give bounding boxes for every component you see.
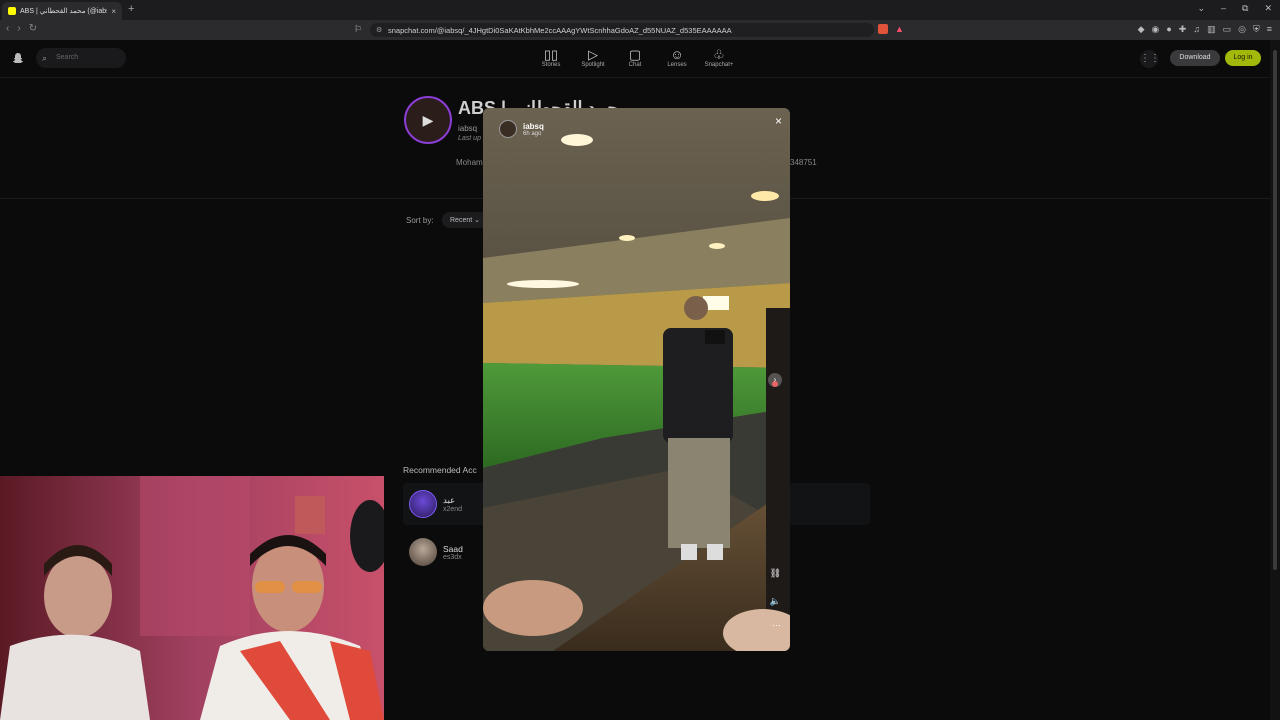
extension-icon[interactable]: ◉ [1151,24,1159,35]
profile-avatar[interactable]: ▶ [404,96,452,144]
account-handle: es3dx [443,553,462,561]
site-info-icon[interactable]: ⚙ [376,26,382,34]
nav-item-snapchat-plus[interactable]: ♧ Snapchat+ [704,47,734,68]
login-button[interactable]: Log in [1225,50,1261,66]
story-username[interactable]: iabsq [523,122,544,131]
media-icon[interactable]: ♫ [1193,24,1200,35]
bookmark-icon[interactable]: ⚐ [354,24,362,35]
maximize-button[interactable]: ⧉ [1242,3,1248,14]
address-bar[interactable]: ⚙ snapchat.com/@iabsq/_4JHgtDi0SaKAtKbhM… [370,23,874,37]
search-icon: ⌕ [42,53,48,63]
apps-grid-icon[interactable]: ⋮⋮ [1140,50,1160,68]
profile-handle: iabsq [458,124,478,133]
window-controls: ⌄ – ⧉ ✕ [1197,3,1272,14]
tab-title: ABS | محمد القحطاني (@iabsq) [20,8,107,15]
nav-label: Lenses [667,62,687,68]
account-handle: x2end [443,506,463,513]
profile-updated: Last up [458,135,481,142]
main-nav: ▯▯ Stories ▷ Spotlight ▢ Chat ☺ Lenses ♧… [538,47,734,68]
next-story-icon[interactable]: › [768,373,782,387]
webcam-image [0,476,384,720]
avatar [409,490,437,518]
extensions-bar: ◆ ◉ ● ✚ ♫ ▥ ▭ ◎ ⛨ ≡ [1138,24,1272,35]
sidebar-icon[interactable]: ▥ [1207,24,1216,35]
profile-bio: Moham [456,158,483,167]
nav-item-spotlight[interactable]: ▷ Spotlight [580,47,606,68]
lenses-icon: ☺ [670,47,684,62]
download-button[interactable]: Download [1170,50,1220,66]
spotlight-icon: ▷ [588,47,598,62]
chat-icon: ▢ [628,47,642,62]
forward-button[interactable]: › [17,23,20,34]
reload-button[interactable]: ↻ [29,23,37,34]
nav-label: Spotlight [581,62,605,68]
snapchat-header: ⌕ Search ▯▯ Stories ▷ Spotlight ▢ Chat ☺… [0,40,1280,78]
snapchat-ghost-icon[interactable] [12,52,24,64]
close-icon[interactable]: × [775,114,782,128]
vpn-icon[interactable]: ◎ [1238,24,1246,35]
new-tab-button[interactable]: + [128,3,134,15]
brave-shields-icon[interactable] [878,24,888,34]
back-button[interactable]: ‹ [6,23,9,34]
menu-icon[interactable]: ≡ [1267,24,1272,35]
nav-label: Stories [541,62,561,68]
search-input[interactable]: ⌕ Search [36,48,126,68]
avatar [409,538,437,566]
nav-item-stories[interactable]: ▯▯ Stories [538,47,564,68]
webcam-overlay [0,476,384,720]
sound-icon[interactable]: 🔈 [770,596,781,607]
wallet-icon[interactable]: ▭ [1223,24,1232,35]
stories-icon: ▯▯ [543,47,559,62]
browser-toolbar: ‹ › ↻ ⚐ ⚙ snapchat.com/@iabsq/_4JHgtDi0S… [0,20,1280,40]
scrollbar-thumb[interactable] [1273,50,1277,570]
story-viewer[interactable]: iabsq 6h ago × › ⛓ 🔈 ⋯ [483,108,790,651]
recommended-title: Recommended Acc [403,465,477,475]
account-name: عبد [443,495,456,505]
tab-close-icon[interactable]: × [111,7,116,16]
page-scrollbar[interactable] [1270,40,1280,720]
nav-item-lenses[interactable]: ☺ Lenses [664,47,690,68]
snapchat-favicon-icon [8,7,16,15]
account-name: Saad [443,543,463,554]
more-options-icon[interactable]: ⋯ [772,620,781,631]
nav-item-chat[interactable]: ▢ Chat [622,47,648,68]
story-image [483,108,790,651]
play-icon: ▶ [422,111,434,128]
browser-tab[interactable]: ABS | محمد القحطاني (@iabsq) × [2,2,122,20]
profile-subscriber-count: 348751 [790,158,817,167]
url-text: snapchat.com/@iabsq/_4JHgtDi0SaKAtKbhMe2… [388,26,732,35]
nav-label: Snapchat+ [704,62,734,68]
extension-icon[interactable]: ◆ [1138,24,1145,35]
extension-icon[interactable]: ✚ [1179,24,1187,35]
sort-dropdown[interactable]: Recent ⌄ [442,212,488,228]
link-icon[interactable]: ⛓ [770,568,781,579]
story-header: iabsq 6h ago [499,120,544,138]
recommended-account[interactable]: Saad es3dx [409,538,463,566]
story-timestamp: 6h ago [523,130,542,137]
nav-label: Chat [628,62,642,68]
snapchat-plus-icon: ♧ [713,47,725,62]
sort-label: Sort by: [406,216,434,225]
close-window-button[interactable]: ✕ [1264,3,1272,14]
extension-icon[interactable]: ● [1166,24,1171,35]
story-avatar[interactable] [499,120,517,138]
nav-buttons: ‹ › ↻ [6,23,37,34]
tab-search-icon[interactable]: ⌄ [1197,3,1205,14]
shield-icon[interactable]: ⛨ [1253,24,1260,35]
recommended-account[interactable]: عبد x2end [409,490,462,518]
sort-value: Recent [450,217,473,224]
search-placeholder: Search [56,54,79,61]
browser-tab-bar: ABS | محمد القحطاني (@iabsq) × + ⌄ – ⧉ ✕ [0,0,1280,20]
minimize-button[interactable]: – [1221,3,1226,14]
brave-rewards-icon[interactable]: ▲ [895,24,904,34]
